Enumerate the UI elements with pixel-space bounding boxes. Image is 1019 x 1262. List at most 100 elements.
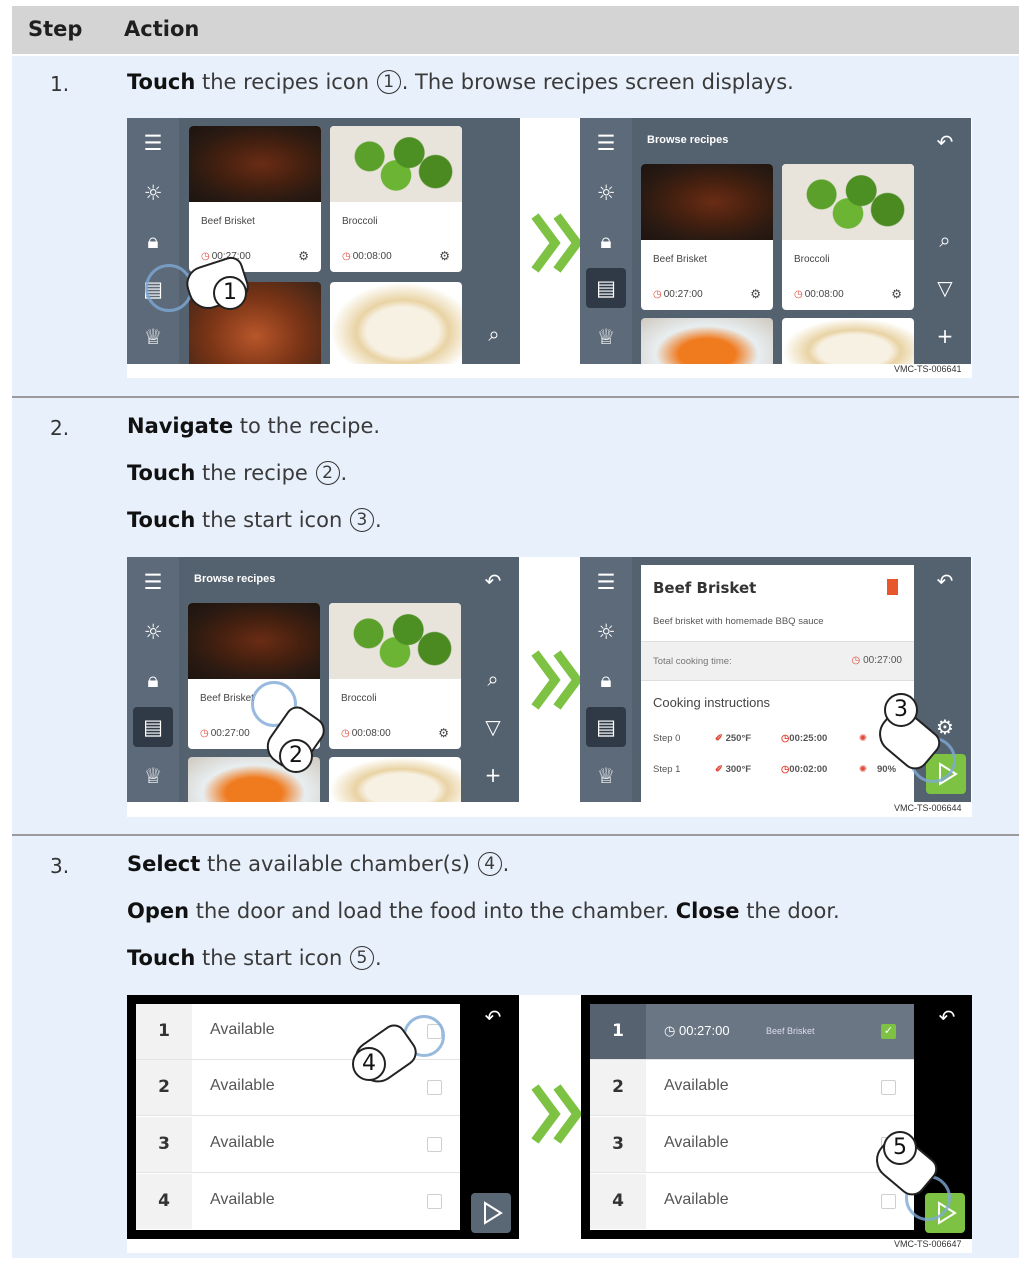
step-instruction: Touch the start icon 5. [127,946,382,970]
chamber-time: ◷ 00:27:00 [664,1023,730,1038]
recipe-card[interactable] [330,282,462,364]
brightness-icon[interactable]: ☼ [140,180,166,206]
recipe-card[interactable]: Beef Brisket ◷00:27:00 ⚙ [641,164,773,310]
clock-icon: ◷ [200,728,209,739]
recipe-card[interactable]: Broccoli ◷ 00:08:00 ⚙ [330,126,462,272]
back-icon[interactable]: ↶ [932,130,958,154]
recipe-image [189,126,321,202]
checkbox[interactable] [881,1080,896,1095]
recipes-icon[interactable]: ▤ [586,268,626,308]
recipe-detail-screen: ☰ ☼ 🔒︎ ▤ ♕ ↶ Beef Brisket Beef brisket w… [580,557,971,802]
callout-5: 5 [883,1131,917,1165]
recipe-time: ◷ 00:08:00 [341,728,391,739]
settings-icon[interactable]: ⚙ [298,249,309,263]
step-instruction: Touch the recipes icon 1. The browse rec… [127,70,794,94]
lock-icon[interactable]: 🔒︎ [140,228,166,254]
browse-recipes-screen: ☰ ☼ 🔒︎ ▤ ♕ Browse recipes ↶ Beef Brisket… [580,118,971,364]
chamber-row[interactable]: 2 Available [136,1060,460,1116]
clock-icon: ◷ [201,251,210,262]
recipe-image [188,603,320,679]
recipe-name: Beef Brisket [200,693,254,704]
step-instruction: Select the available chamber(s) 4. [127,852,510,876]
chef-hat-icon[interactable]: ♕ [593,763,619,789]
fan-icon: ✺ [859,764,867,775]
recipe-card[interactable]: Broccoli ◷ 00:08:00 ⚙ [782,164,914,310]
recipe-time: ◷00:27:00 [200,728,250,739]
screen-title: Browse recipes [647,134,729,146]
step-instruction: Navigate to the recipe. [127,414,381,438]
brightness-icon[interactable]: ☼ [593,180,619,206]
recipe-time: ◷ 00:08:00 [342,251,392,262]
bookmark-icon[interactable] [887,579,898,595]
sidebar: ☰ ☼ 🔒︎ ▤ ♕ [580,557,632,802]
brightness-icon[interactable]: ☼ [140,619,166,645]
lock-icon[interactable]: 🔒︎ [593,228,619,254]
back-icon[interactable]: ↶ [932,569,958,593]
step-number: 1. [50,72,70,96]
recipe-image [782,164,914,240]
recipe-card[interactable] [782,318,914,364]
recipe-subtitle: Beef brisket with homemade BBQ sauce [653,616,824,627]
checkbox-checked[interactable]: ✓ [881,1024,896,1039]
back-icon[interactable]: ↶ [934,1005,960,1029]
chef-hat-icon[interactable]: ♕ [593,324,619,350]
recipe-card[interactable] [329,757,461,802]
filter-icon[interactable]: ▽ [932,276,958,300]
settings-icon[interactable]: ⚙ [750,287,761,301]
filter-icon[interactable]: ▽ [480,715,506,739]
checkbox[interactable] [427,1080,442,1095]
recipe-card[interactable]: Beef Brisket ◷00:27:00 ⚙ [189,126,321,272]
recipe-name: Beef Brisket [201,216,255,227]
chamber-row-selected[interactable]: 1 ◷ 00:27:00 Beef Brisket ✓ [590,1004,914,1060]
chef-hat-icon[interactable]: ♕ [140,324,166,350]
add-icon[interactable]: + [932,324,958,348]
chamber-row[interactable]: 3 Available [590,1117,914,1173]
chef-hat-icon[interactable]: ♕ [140,763,166,789]
step-instruction: Touch the start icon 3. [127,508,382,532]
chamber-row[interactable]: 2 Available [590,1060,914,1116]
instruction-step-row: Step 0 ✐ 250°F ◷00:25:00 ✺ [653,733,867,744]
checkbox[interactable] [427,1137,442,1152]
figure-id: VMC-TS-006644 [894,803,962,813]
recipes-icon[interactable]: ▤ [133,707,173,747]
menu-icon[interactable]: ☰ [140,569,166,595]
start-button[interactable] [471,1193,511,1233]
lock-icon[interactable]: 🔒︎ [140,667,166,693]
menu-icon[interactable]: ☰ [593,130,619,156]
step-number: 2. [50,416,70,440]
clock-icon: ◷ [794,289,803,300]
search-icon[interactable]: ⌕ [481,322,507,346]
step-2-figure: ☰ ☼ 🔒︎ ▤ ♕ Browse recipes ↶ Beef Brisket… [127,557,972,817]
total-time-label: Total cooking time: [653,656,732,667]
add-icon[interactable]: + [480,763,506,787]
menu-icon[interactable]: ☰ [140,130,166,156]
chamber-row[interactable]: 4 Available [590,1174,914,1230]
chamber-select-screen: 1 Available 2 Available 3 Available 4 Availa… [127,995,519,1239]
settings-icon[interactable]: ⚙ [438,726,449,740]
recipe-time: ◷00:27:00 [653,289,703,300]
settings-icon[interactable]: ⚙ [439,249,450,263]
chamber-row[interactable]: 3 Available [136,1117,460,1173]
temperature-icon: ✐ [715,764,723,775]
step-number: 3. [50,854,70,878]
recipe-card[interactable] [641,318,773,364]
brightness-icon[interactable]: ☼ [593,619,619,645]
chamber-row[interactable]: 4 Available [136,1174,460,1230]
search-icon[interactable]: ⌕ [480,667,506,691]
table-header: Step Action [12,6,1019,54]
recipes-icon[interactable]: ▤ [586,707,626,747]
checkbox[interactable] [881,1194,896,1209]
back-icon[interactable]: ↶ [480,1005,506,1029]
chamber-recipe: Beef Brisket [766,1026,815,1036]
checkbox[interactable] [427,1194,442,1209]
recipe-image [330,126,462,202]
chamber-list: 1 ◷ 00:27:00 Beef Brisket ✓ 2 Available 3… [590,1004,914,1230]
menu-icon[interactable]: ☰ [593,569,619,595]
search-icon[interactable]: ⌕ [932,228,958,252]
step-instruction: Open the door and load the food into the… [127,899,840,923]
lock-icon[interactable]: 🔒︎ [593,667,619,693]
recipe-card[interactable]: Broccoli ◷ 00:08:00 ⚙ [329,603,461,749]
back-icon[interactable]: ↶ [480,569,506,593]
browse-recipes-screen: ☰ ☼ 🔒︎ ▤ ♕ Browse recipes ↶ Beef Brisket… [127,557,519,802]
settings-icon[interactable]: ⚙ [891,287,902,301]
